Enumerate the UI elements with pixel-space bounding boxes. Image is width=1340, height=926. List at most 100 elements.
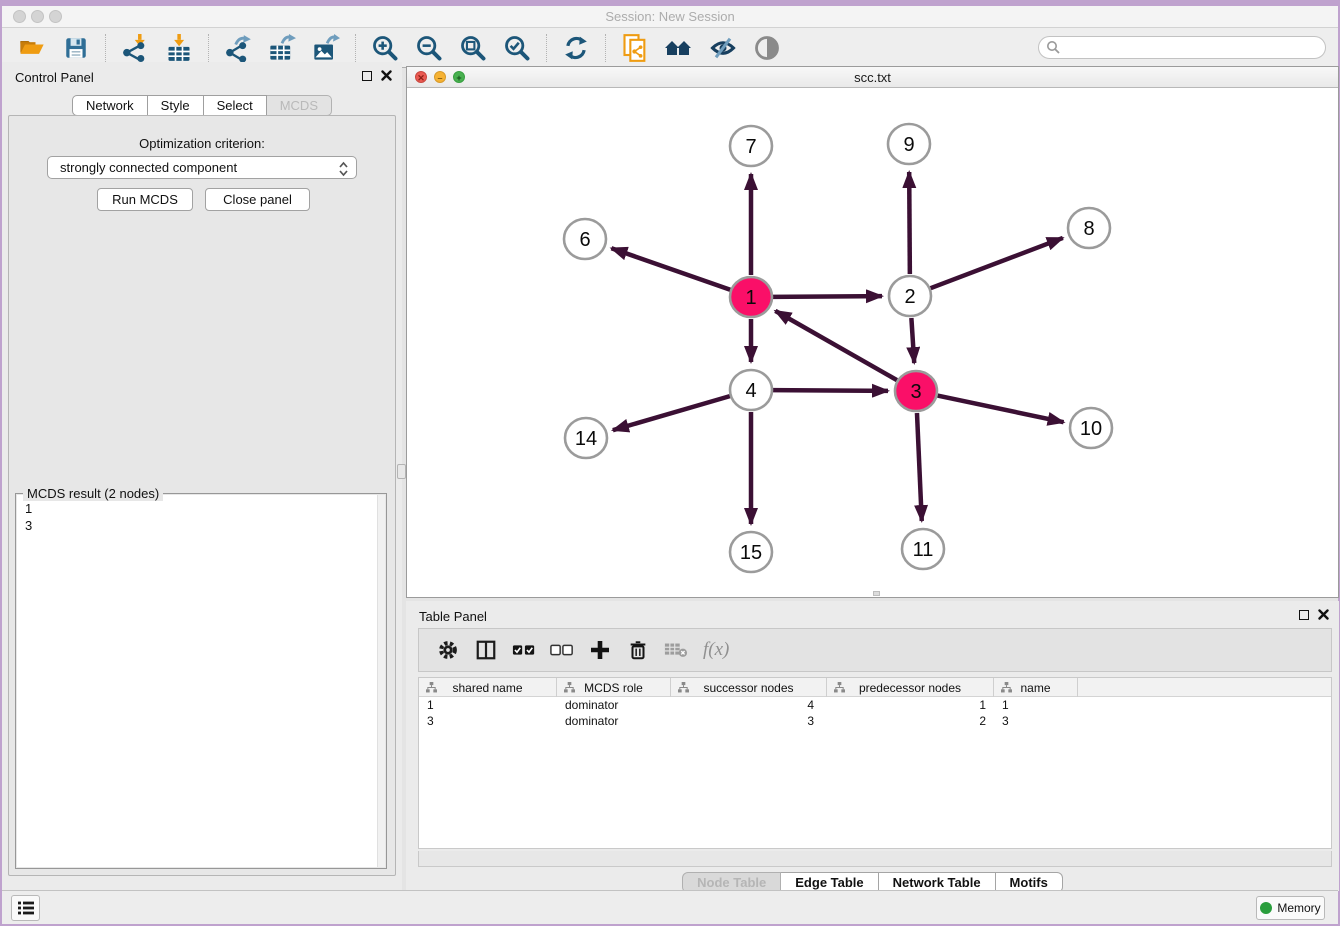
- svg-text:6: 6: [579, 229, 590, 251]
- cell: 3: [994, 713, 1078, 729]
- node-15[interactable]: 15: [730, 532, 772, 572]
- edge-1-2[interactable]: [773, 296, 882, 297]
- optimization-criterion-select[interactable]: strongly connected component: [47, 156, 357, 179]
- status-bar: Memory: [2, 890, 1338, 924]
- edge-2-9[interactable]: [909, 172, 910, 274]
- task-history-button[interactable]: [11, 895, 40, 921]
- svg-text:4: 4: [745, 380, 756, 402]
- network-window-titlebar[interactable]: ✕ – + scc.txt: [407, 67, 1338, 88]
- zoom-out-icon[interactable]: [414, 33, 444, 63]
- toolbar-separator: [105, 34, 106, 62]
- vertical-splitter-handle[interactable]: [397, 464, 406, 479]
- column-header-shared-name[interactable]: shared name: [419, 678, 557, 697]
- column-header-predecessor-nodes[interactable]: predecessor nodes: [827, 678, 994, 697]
- table-header-row: shared nameMCDS rolesuccessor nodesprede…: [419, 678, 1331, 697]
- node-10[interactable]: 10: [1070, 408, 1112, 448]
- birds-eye-icon[interactable]: [752, 33, 782, 63]
- table-row[interactable]: 1dominator411: [419, 697, 1331, 713]
- edge-2-8[interactable]: [931, 238, 1063, 288]
- close-panel-icon[interactable]: [381, 70, 392, 81]
- tab-select[interactable]: Select: [204, 95, 267, 116]
- cell: 4: [671, 697, 827, 713]
- network-canvas[interactable]: 7 9 6 8 1 2 4 3 14 10 15 11: [407, 88, 1338, 597]
- node-4[interactable]: 4: [730, 370, 772, 410]
- node-14[interactable]: 14: [565, 418, 607, 458]
- node-7[interactable]: 7: [730, 126, 772, 166]
- open-folder-icon[interactable]: [17, 33, 47, 63]
- memory-status-icon: [1260, 902, 1272, 914]
- edge-3-1[interactable]: [775, 311, 897, 380]
- result-scrollbar[interactable]: [377, 495, 385, 867]
- close-panel-button[interactable]: Close panel: [205, 188, 310, 211]
- search-input[interactable]: [1038, 36, 1326, 59]
- node-table[interactable]: shared nameMCDS rolesuccessor nodesprede…: [418, 677, 1332, 849]
- control-panel-tabs: NetworkStyleSelectMCDS: [2, 95, 402, 116]
- tab-style[interactable]: Style: [148, 95, 204, 116]
- table-panel: Table Panel: [406, 601, 1339, 891]
- zoom-selected-icon[interactable]: [502, 33, 532, 63]
- select-all-icon[interactable]: [511, 637, 537, 663]
- add-icon[interactable]: [587, 637, 613, 663]
- homes-icon[interactable]: [664, 33, 694, 63]
- app-frame: Session: New Session: [0, 0, 1340, 926]
- node-1[interactable]: 1: [730, 277, 772, 317]
- run-mcds-button[interactable]: Run MCDS: [97, 188, 193, 211]
- edge-3-11[interactable]: [917, 413, 922, 521]
- edge-1-6[interactable]: [611, 248, 730, 290]
- toolbar-separator: [605, 34, 606, 62]
- control-panel: Control Panel NetworkStyleSelectMCDS Opt…: [2, 62, 402, 890]
- zoom-fit-icon[interactable]: [458, 33, 488, 63]
- export-image-icon[interactable]: [311, 33, 341, 63]
- mcds-result-box[interactable]: 1 3: [17, 495, 385, 867]
- node-3[interactable]: 3: [895, 371, 937, 411]
- list-icon: [17, 900, 35, 916]
- column-header-successor-nodes[interactable]: successor nodes: [671, 678, 827, 697]
- tab-mcds[interactable]: MCDS: [267, 95, 332, 116]
- graphics-details-icon[interactable]: [708, 33, 738, 63]
- edge-4-14[interactable]: [613, 396, 730, 430]
- network-file-icon[interactable]: [620, 33, 650, 63]
- mcds-result-lines: 1 3: [17, 495, 385, 539]
- table-horizontal-scrollbar[interactable]: [418, 851, 1332, 867]
- export-table-icon[interactable]: [267, 33, 297, 63]
- function-icon[interactable]: f(x): [703, 639, 729, 661]
- edge-2-3[interactable]: [911, 318, 914, 363]
- node-6[interactable]: 6: [564, 219, 606, 259]
- import-table-icon[interactable]: [164, 33, 194, 63]
- float-panel-icon[interactable]: [362, 71, 372, 81]
- svg-text:10: 10: [1080, 418, 1102, 440]
- svg-text:3: 3: [910, 381, 921, 403]
- column-header-MCDS-role[interactable]: MCDS role: [557, 678, 671, 697]
- import-network-icon[interactable]: [120, 33, 150, 63]
- table-toolbar: f(x): [418, 628, 1332, 672]
- svg-text:8: 8: [1083, 218, 1094, 240]
- cell: dominator: [557, 697, 671, 713]
- column-header-name[interactable]: name: [994, 678, 1078, 697]
- delete-table-icon[interactable]: [663, 637, 689, 663]
- export-network-icon[interactable]: [223, 33, 253, 63]
- deselect-all-icon[interactable]: [549, 637, 575, 663]
- zoom-in-icon[interactable]: [370, 33, 400, 63]
- table-row[interactable]: 3dominator323: [419, 713, 1331, 729]
- svg-text:1: 1: [745, 287, 756, 309]
- optimization-criterion-value: strongly connected component: [60, 160, 237, 175]
- svg-text:9: 9: [903, 134, 914, 156]
- node-2[interactable]: 2: [889, 276, 931, 316]
- memory-button[interactable]: Memory: [1256, 896, 1325, 920]
- save-icon[interactable]: [61, 33, 91, 63]
- close-panel-icon[interactable]: [1318, 609, 1329, 620]
- edge-3-10[interactable]: [938, 396, 1064, 423]
- gear-icon[interactable]: [435, 637, 461, 663]
- split-columns-icon[interactable]: [473, 637, 499, 663]
- edge-4-3[interactable]: [773, 390, 888, 391]
- tab-network[interactable]: Network: [72, 95, 148, 116]
- float-panel-icon[interactable]: [1299, 610, 1309, 620]
- node-8[interactable]: 8: [1068, 208, 1110, 248]
- refresh-icon[interactable]: [561, 33, 591, 63]
- trash-icon[interactable]: [625, 637, 651, 663]
- window-title: Session: New Session: [2, 9, 1338, 24]
- network-resize-handle[interactable]: [873, 591, 880, 596]
- node-9[interactable]: 9: [888, 124, 930, 164]
- node-11[interactable]: 11: [902, 529, 944, 569]
- tree-icon: [425, 682, 438, 693]
